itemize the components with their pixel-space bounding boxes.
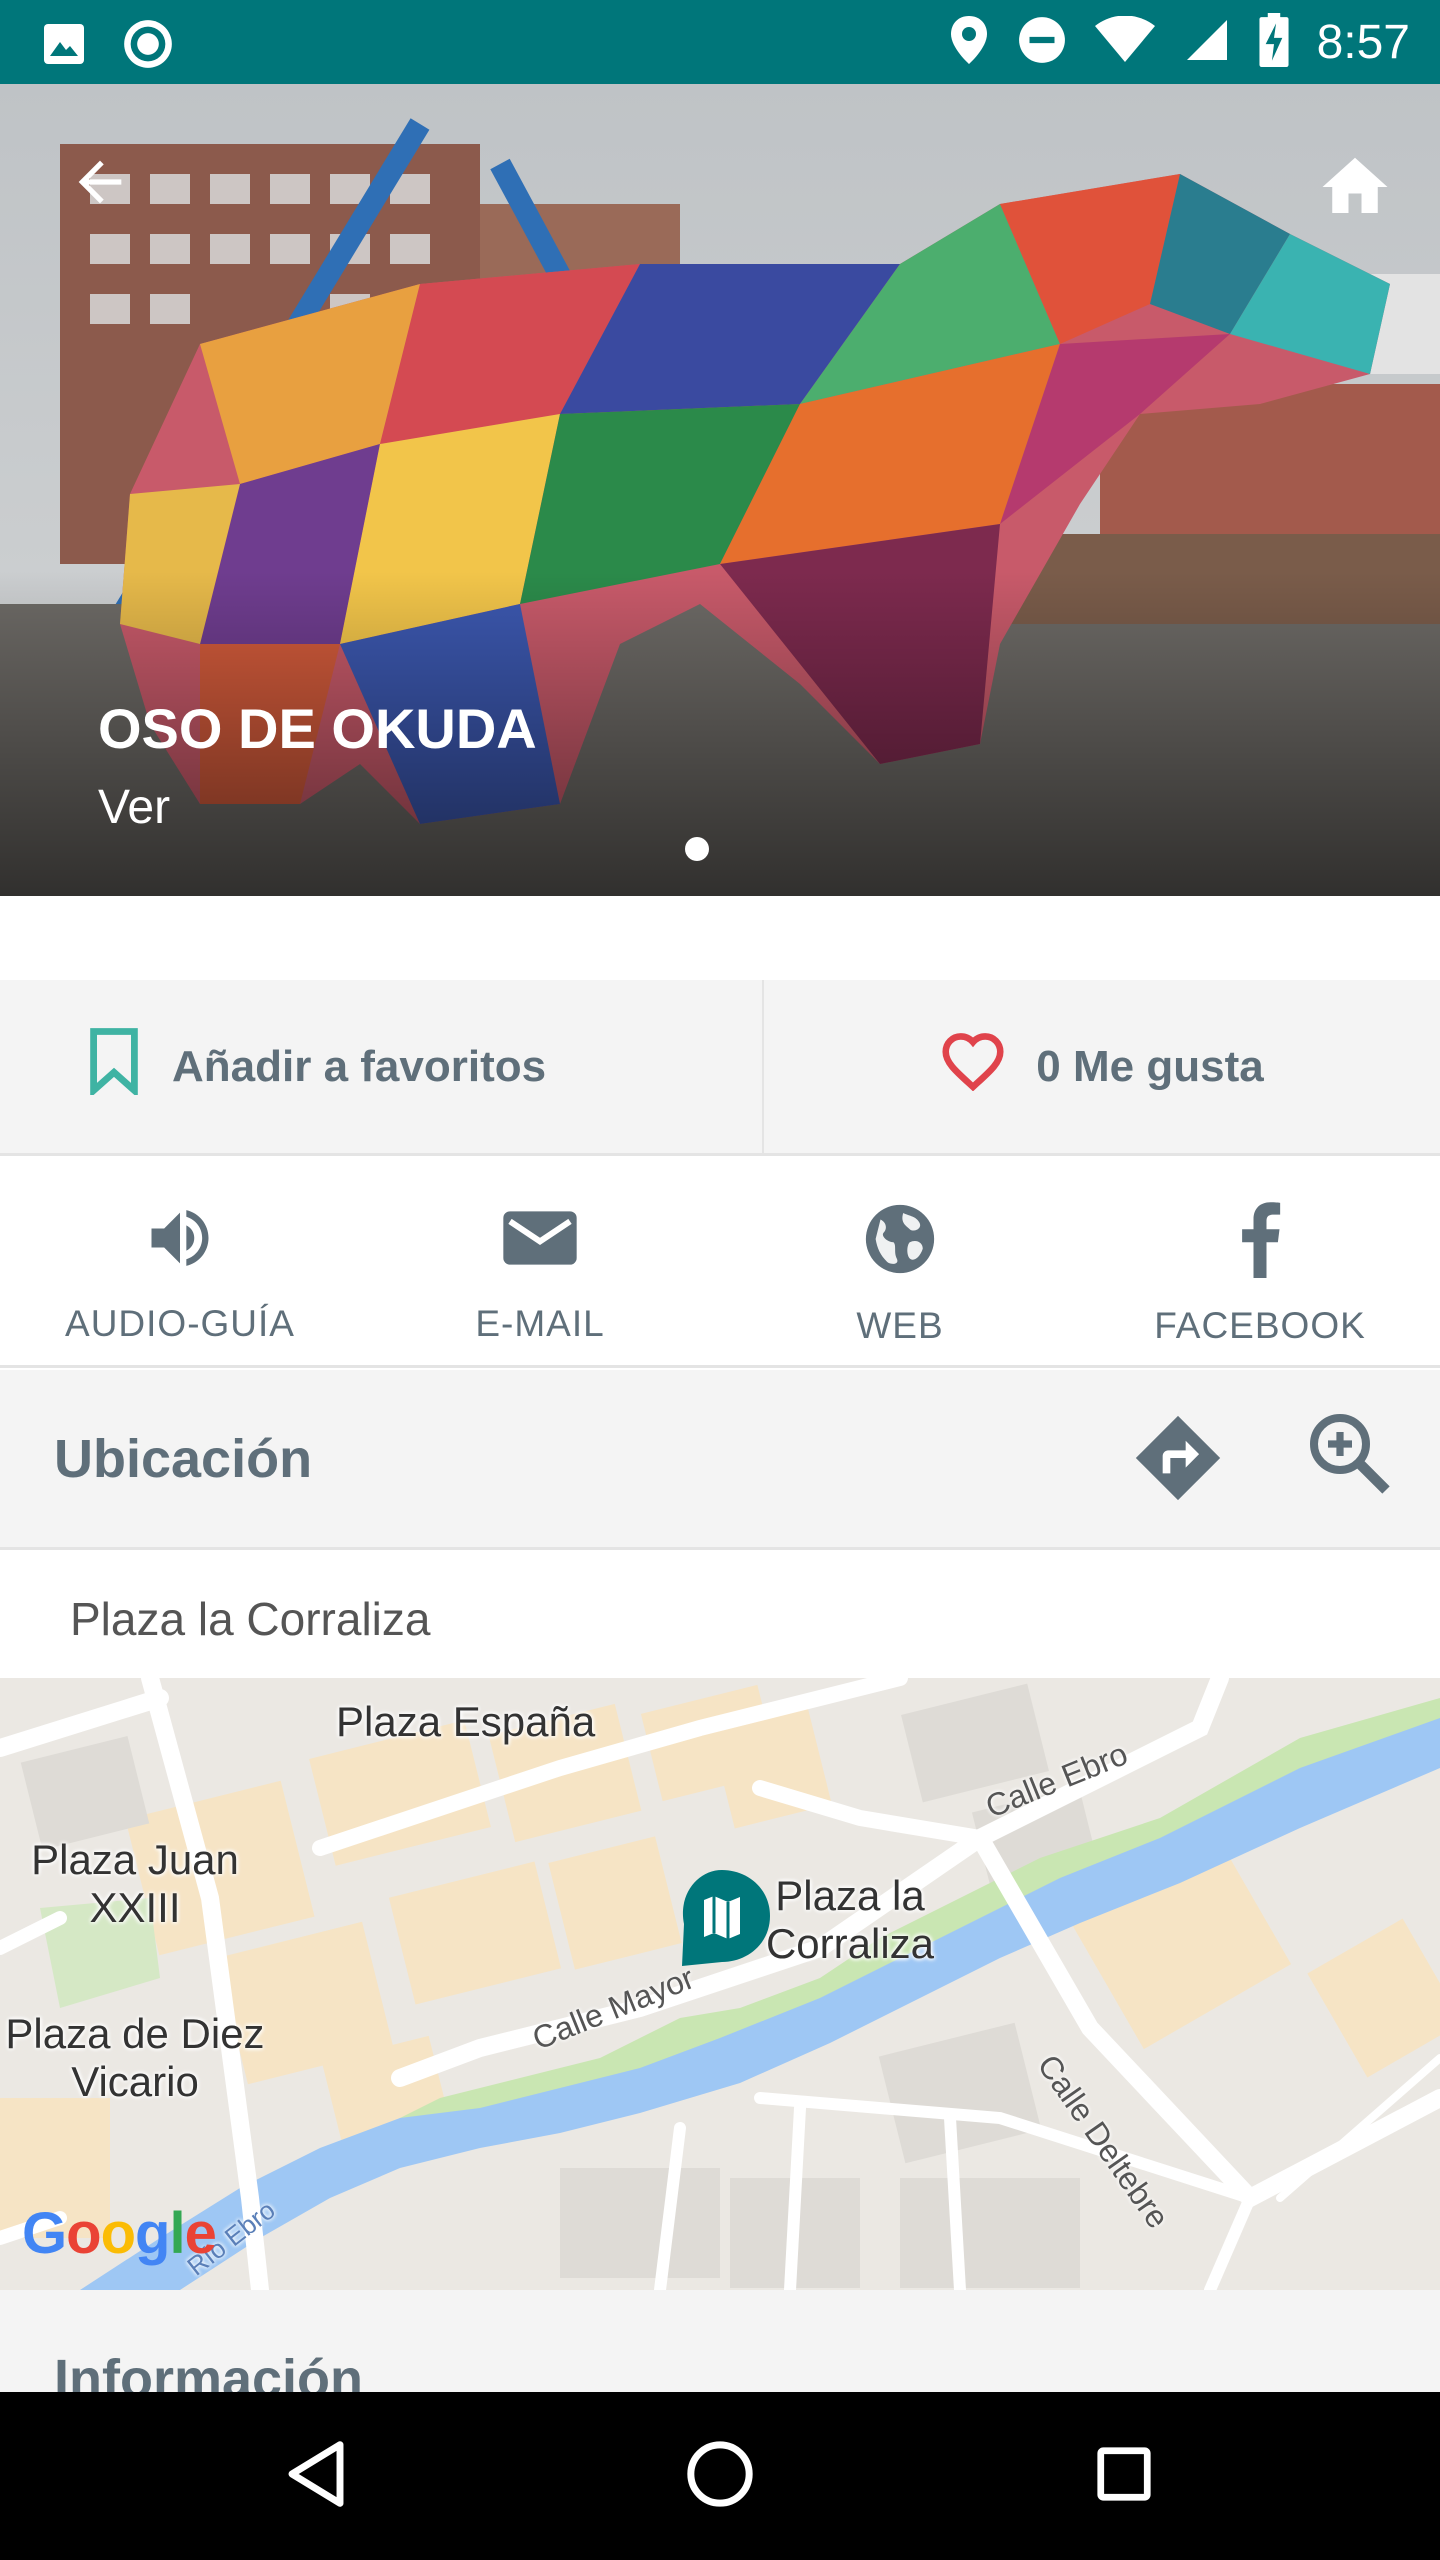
speaker-icon [142,1200,218,1281]
zoom-in-icon [1302,1406,1398,1507]
web-label: WEB [856,1305,944,1346]
record-icon [122,18,174,75]
bookmark-icon [86,1027,142,1106]
android-nav-bar [0,2392,1440,2560]
email-button[interactable]: E-MAIL [360,1158,720,1365]
favorites-likes-row: Añadir a favoritos 0 Me gusta [0,980,1440,1156]
mail-icon [500,1200,580,1281]
zoom-in-button[interactable] [1300,1406,1400,1506]
view-link[interactable]: Ver [98,780,170,835]
web-button[interactable]: WEB [720,1158,1080,1365]
likes-count-label: 0 Me gusta [1036,1041,1264,1091]
facebook-label: FACEBOOK [1154,1305,1366,1346]
directions-button[interactable] [1128,1410,1228,1510]
add-favorites-button[interactable]: Añadir a favoritos [0,980,764,1153]
location-section-header: Ubicación [0,1370,1440,1550]
nav-recents-button[interactable] [1084,2436,1164,2516]
signal-icon [1183,16,1231,69]
location-title: Ubicación [54,1429,313,1489]
status-time: 8:57 [1316,15,1410,69]
like-button[interactable]: 0 Me gusta [764,980,1440,1153]
address-row: Plaza la Corraliza [0,1552,1440,1678]
map-pin-marker[interactable] [670,1866,774,1975]
map-label-plaza-juan: Plaza Juan XXIII [31,1836,239,1932]
location-icon [949,14,989,71]
audio-guide-button[interactable]: AUDIO-GUÍA [0,1158,360,1365]
do-not-disturb-icon [1017,15,1067,70]
information-section-header: Información [0,2290,1440,2392]
arrow-back-icon [68,150,132,219]
battery-charging-icon [1259,12,1289,72]
map-label-plaza-diez: Plaza de Diez Vicario [5,2010,265,2106]
map-label-plaza-espana: Plaza España [336,1698,596,1745]
square-recents-icon [1093,2443,1155,2510]
directions-icon [1132,1412,1224,1509]
heart-icon [940,1031,1006,1102]
location-map[interactable]: Plaza España Plaza Juan XXIII Plaza la C… [0,1678,1440,2290]
audio-guide-label: AUDIO-GUÍA [65,1303,295,1344]
map-icon [670,1870,774,1974]
google-attribution: Google [22,2201,217,2266]
nav-back-button[interactable] [276,2436,356,2516]
home-button[interactable] [1310,144,1400,234]
globe-icon [861,1200,939,1283]
nav-home-button[interactable] [680,2436,760,2516]
image-icon [40,20,88,73]
home-icon [1316,148,1394,231]
map-tiles [0,1678,1440,2290]
add-favorites-label: Añadir a favoritos [172,1041,547,1091]
place-title: OSO DE OKUDA [98,697,537,760]
email-label: E-MAIL [475,1303,605,1344]
back-button[interactable] [60,144,140,224]
actions-row: AUDIO-GUÍA E-MAIL WEB FACEBOOK [0,1158,1440,1368]
pager-indicator-dot [685,837,709,861]
hero-photo [0,84,1440,896]
facebook-button[interactable]: FACEBOOK [1080,1158,1440,1365]
facebook-icon [1230,1200,1290,1283]
status-bar: 8:57 [0,0,1440,84]
address-text: Plaza la Corraliza [70,1593,431,1645]
hero-image[interactable]: OSO DE OKUDA Ver [0,84,1440,896]
wifi-icon [1094,15,1155,69]
triangle-back-icon [284,2439,348,2514]
circle-home-icon [685,2439,755,2514]
information-title: Información [54,2349,364,2392]
